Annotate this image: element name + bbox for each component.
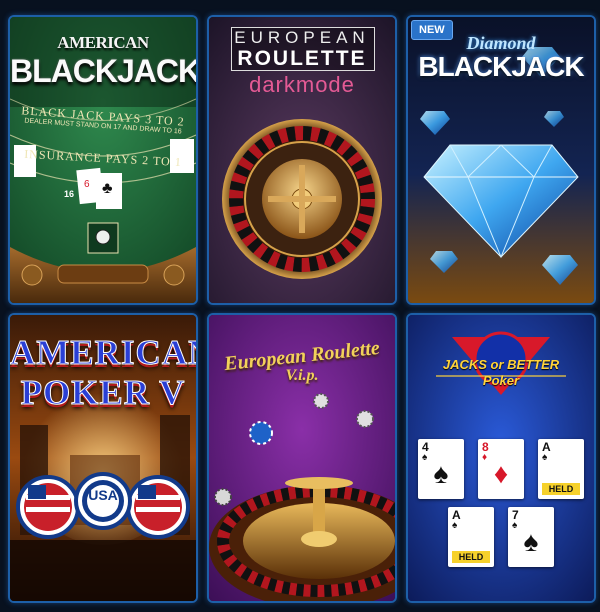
game-tile-european-roulette-darkmode[interactable]: EUROPEAN ROULETTE darkmode <box>207 15 397 305</box>
game-tile-american-poker-v[interactable]: AMERICAN POKER V USA <box>8 313 198 603</box>
card-suit-small: ♠ <box>542 452 548 463</box>
held-label: HELD <box>452 551 490 563</box>
game-tile-jacks-or-better-poker[interactable]: JACKS or BETTER Poker 4 ♠ ♠ 8 ♦ ♦ A ♠ HE… <box>406 313 596 603</box>
game-tile-diamond-blackjack[interactable]: NEW Diamond BLACKJACK <box>406 15 596 305</box>
diamond-icon: ♦ <box>493 458 509 489</box>
usa-chip-text: USA <box>88 487 118 503</box>
tile-title-line2: BLACKJACK <box>10 53 198 89</box>
spade-icon: ♠ <box>433 458 449 489</box>
spade-icon: ♠ <box>523 526 539 557</box>
svg-text:♣: ♣ <box>102 180 113 197</box>
tile-title-line1: AMERICAN <box>10 333 198 373</box>
playing-card-3[interactable]: A ♠ HELD <box>538 439 584 499</box>
tile-title-line2: BLACKJACK <box>418 51 584 82</box>
flag-chip-right <box>126 475 190 539</box>
game-grid: ♣ 6 AMERICAN BLACKJACK BLACK JACK PAYS 3… <box>0 0 600 612</box>
playing-card-1[interactable]: 4 ♠ ♠ <box>418 439 464 499</box>
tile-title-line1: EUROPEAN <box>234 28 370 47</box>
svg-text:6: 6 <box>84 179 90 190</box>
playing-card-5[interactable]: 7 ♠ ♠ <box>508 507 554 567</box>
tile-title-line1: AMERICAN <box>57 33 149 52</box>
playing-card-2[interactable]: 8 ♦ ♦ <box>478 439 524 499</box>
tile-title-line2: V.i.p. <box>285 367 319 384</box>
flag-chip-left <box>16 475 80 539</box>
game-tile-european-roulette-vip[interactable]: European Roulette V.i.p. <box>207 313 397 603</box>
card-suit-small: ♠ <box>452 520 458 531</box>
tile-title-line2: POKER V <box>20 373 186 413</box>
tile-title-line2: ROULETTE <box>237 47 367 70</box>
playing-card-4[interactable]: A ♠ HELD <box>448 507 494 567</box>
tile-title-line1: JACKS or BETTER <box>442 357 560 372</box>
game-tile-american-blackjack[interactable]: ♣ 6 AMERICAN BLACKJACK BLACK JACK PAYS 3… <box>8 15 198 305</box>
hand-score: 16 <box>64 189 75 199</box>
held-label: HELD <box>542 483 580 495</box>
tile-title-line2: Poker <box>482 373 520 388</box>
tile-subtitle: darkmode <box>249 72 355 97</box>
